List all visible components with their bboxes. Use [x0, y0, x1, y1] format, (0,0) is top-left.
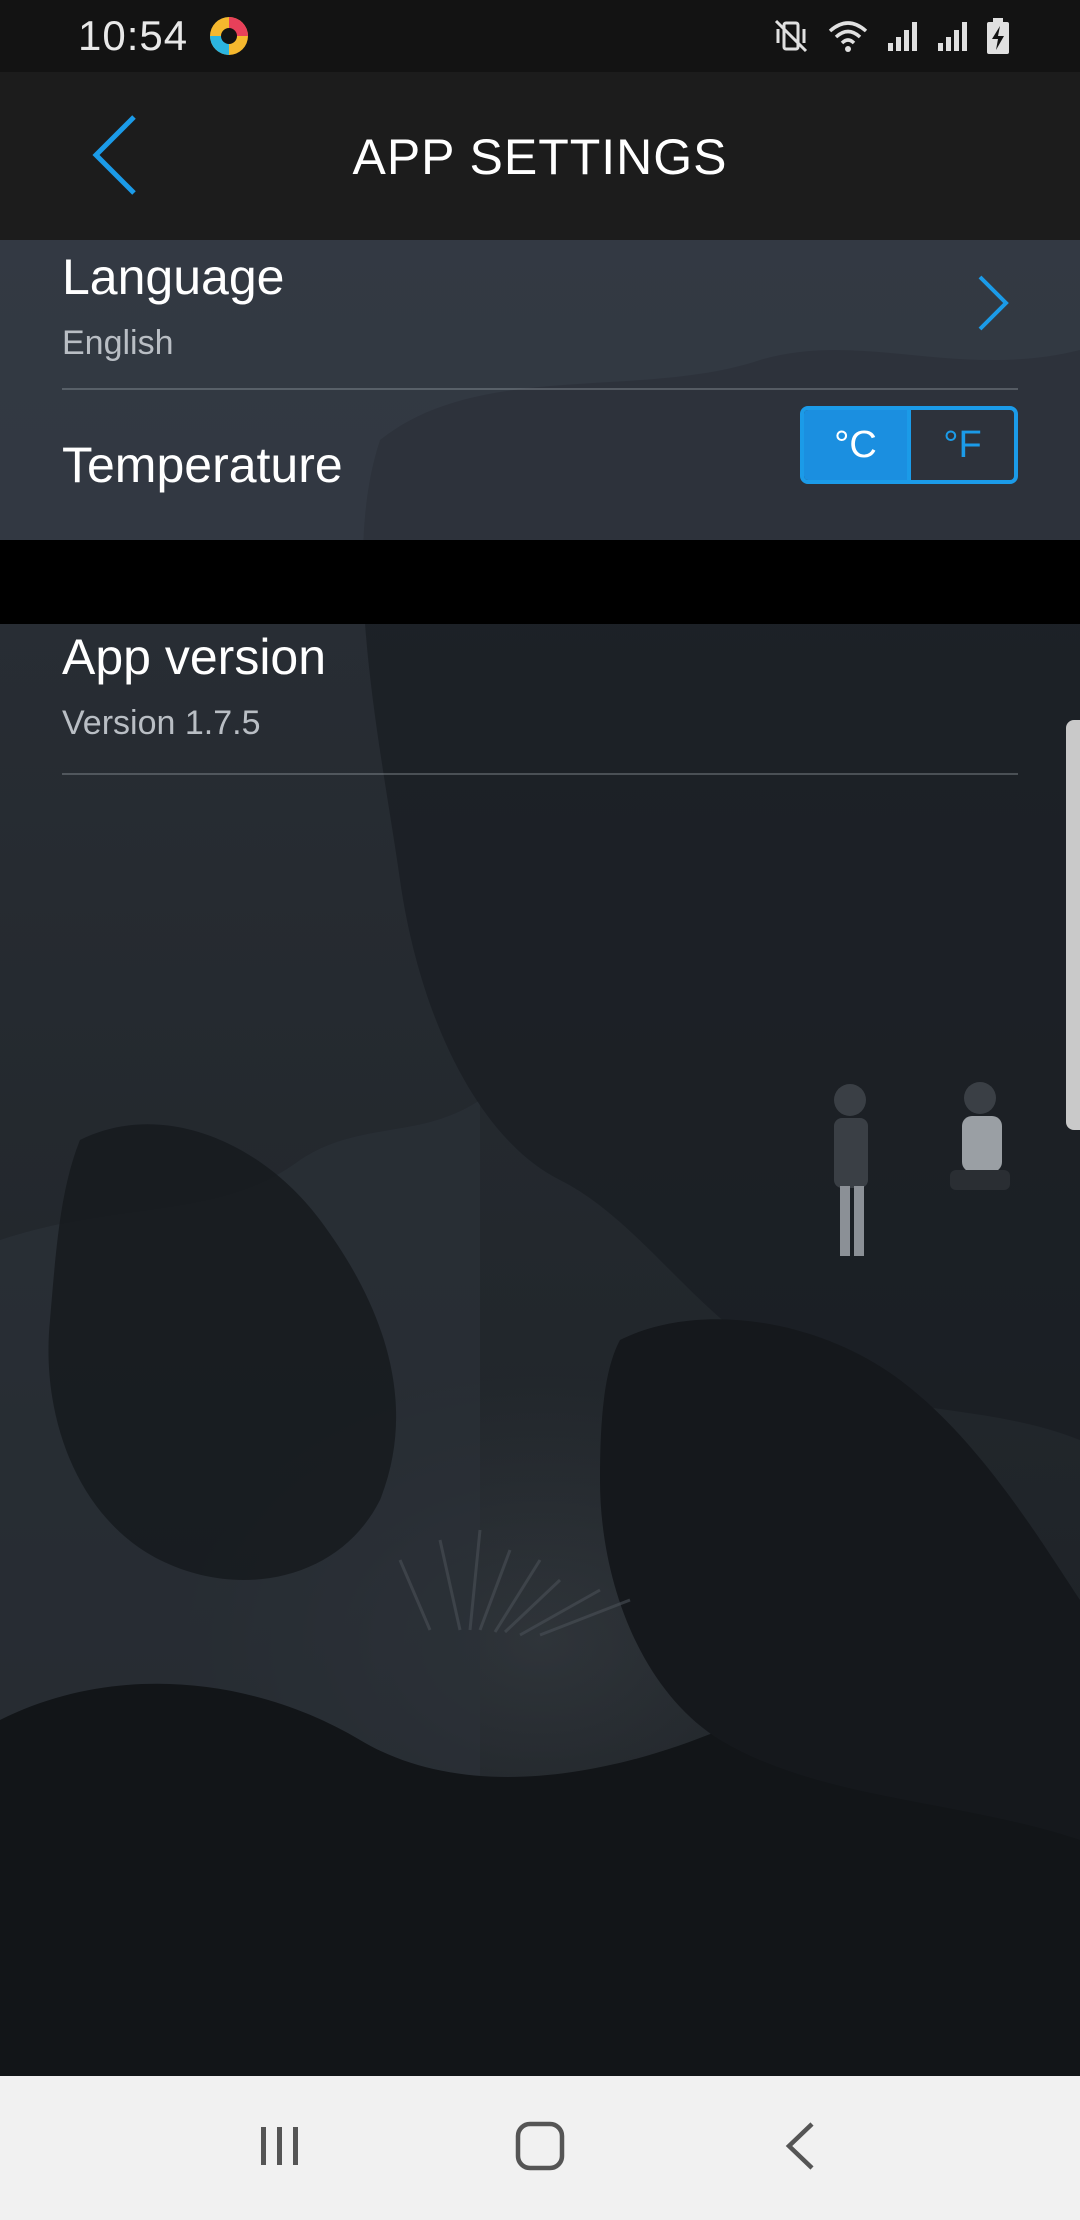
signal-icon: [886, 19, 920, 53]
app-version-label: App version: [62, 629, 327, 685]
wifi-icon: [826, 17, 870, 55]
status-time: 10:54: [78, 12, 189, 59]
signal-icon: [936, 19, 970, 53]
scroll-indicator[interactable]: [1066, 720, 1080, 1130]
home-icon: [515, 2121, 565, 2176]
section-separator: [0, 540, 1080, 624]
chevron-right-icon: [968, 268, 1018, 338]
app-version-setting: App version Version 1.7.5: [62, 622, 1018, 772]
status-bar: 10:54: [0, 0, 1080, 72]
battery-charging-icon: [986, 17, 1010, 55]
language-label: Language: [62, 249, 285, 305]
app-notification-icon: [208, 15, 250, 57]
recent-apps-button[interactable]: [220, 2098, 340, 2198]
mute-vibrate-icon: [772, 17, 810, 55]
temperature-unit-toggle[interactable]: °C °F: [800, 406, 1018, 484]
recent-apps-icon: [257, 2123, 303, 2174]
language-setting[interactable]: Language English: [62, 240, 1018, 390]
temperature-setting: Temperature °C °F: [62, 390, 1018, 540]
system-nav-bar: [0, 2076, 1080, 2220]
temperature-label: Temperature: [62, 437, 343, 493]
language-value: English: [62, 324, 174, 362]
fahrenheit-option[interactable]: °F: [907, 410, 1014, 480]
back-nav-button[interactable]: [740, 2098, 860, 2198]
app-header: APP SETTINGS: [0, 72, 1080, 240]
app-version-value: Version 1.7.5: [62, 704, 261, 742]
back-icon: [784, 2121, 816, 2176]
celsius-option[interactable]: °C: [804, 410, 907, 480]
page-title: APP SETTINGS: [352, 129, 728, 185]
divider: [62, 773, 1018, 775]
home-button[interactable]: [480, 2098, 600, 2198]
